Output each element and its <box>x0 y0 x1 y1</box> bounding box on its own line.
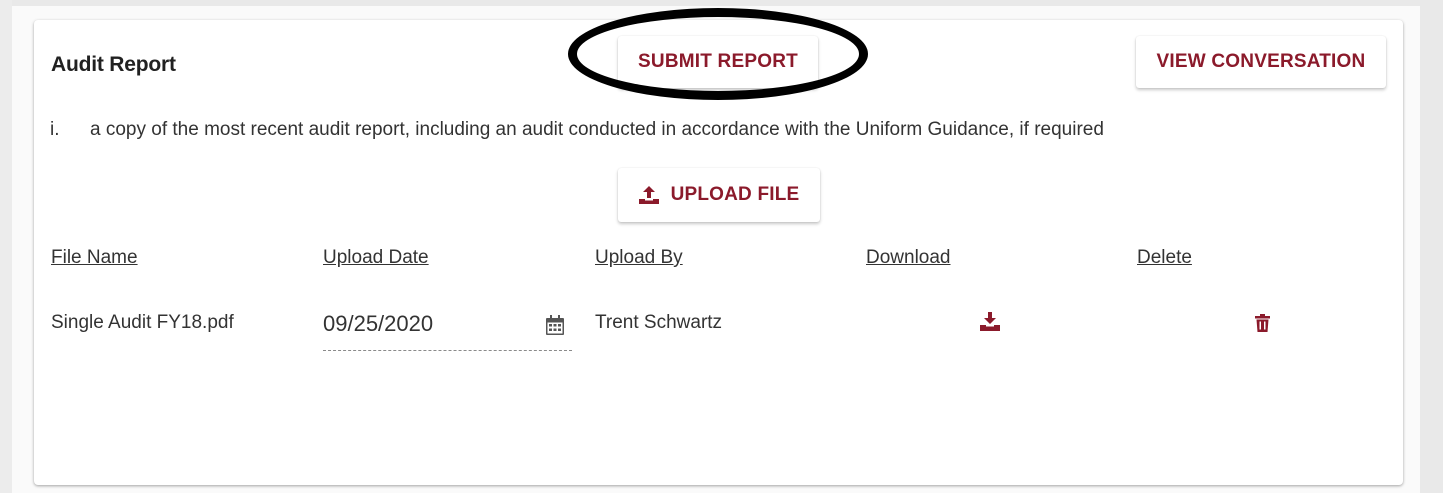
upload-date-field[interactable]: 09/25/2020 <box>323 309 572 351</box>
column-header-delete[interactable]: Delete <box>1137 247 1192 269</box>
column-header-upload-date[interactable]: Upload Date <box>323 247 429 269</box>
submit-report-button[interactable]: SUBMIT REPORT <box>618 36 818 88</box>
trash-icon[interactable] <box>1255 314 1270 332</box>
upload-icon <box>638 186 659 204</box>
view-conversation-button[interactable]: VIEW CONVERSATION <box>1136 36 1386 88</box>
column-header-upload-by[interactable]: Upload By <box>595 247 683 269</box>
column-header-file-name[interactable]: File Name <box>51 247 138 269</box>
requirement-number: i. <box>50 119 60 140</box>
requirement-description: a copy of the most recent audit report, … <box>90 119 1104 140</box>
card-title: Audit Report <box>51 53 176 76</box>
audit-report-card: Audit Report SUBMIT REPORT VIEW CONVERSA… <box>34 8 1403 485</box>
left-gutter <box>0 0 12 493</box>
upload-file-label: UPLOAD FILE <box>670 184 800 205</box>
upload-file-button[interactable]: UPLOAD FILE <box>618 168 820 222</box>
requirement-text-row: i. a copy of the most recent audit report… <box>50 119 1104 141</box>
column-header-download[interactable]: Download <box>866 247 951 269</box>
download-icon[interactable] <box>980 312 1000 331</box>
row-upload-by: Trent Schwartz <box>595 312 723 333</box>
upload-date-value: 09/25/2020 <box>323 311 434 336</box>
row-file-name: Single Audit FY18.pdf <box>51 312 234 333</box>
calendar-icon[interactable] <box>546 315 564 335</box>
